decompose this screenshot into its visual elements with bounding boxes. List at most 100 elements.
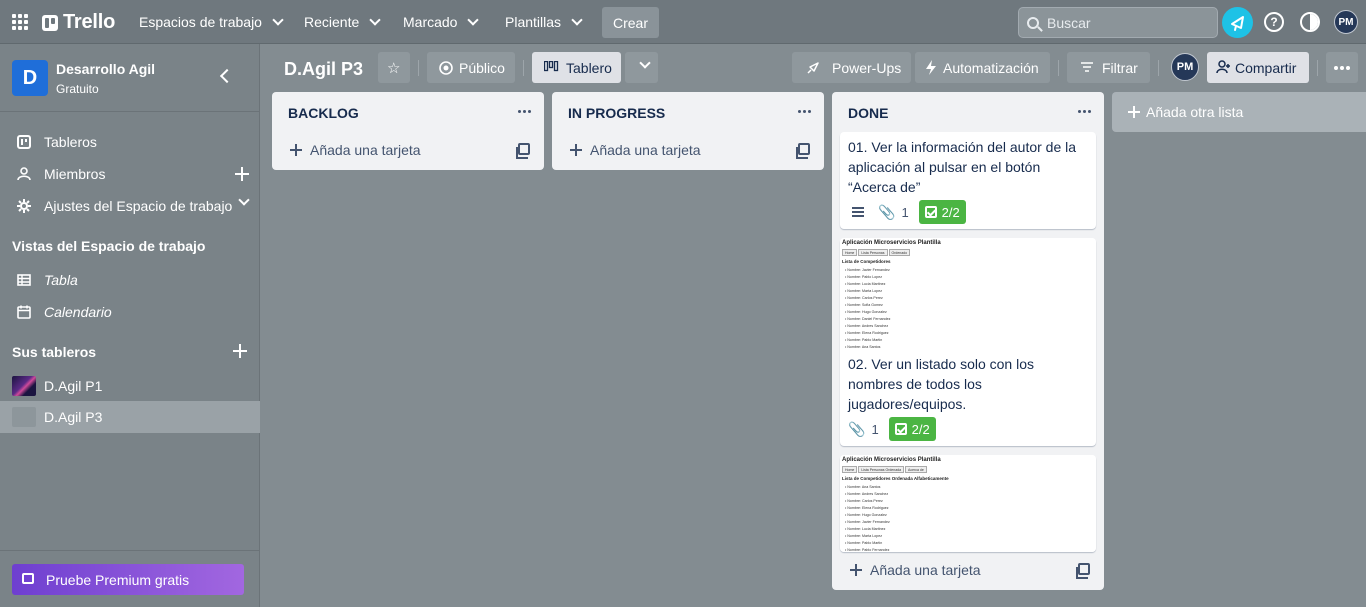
menu-templates[interactable]: Plantillas (495, 7, 591, 37)
menu-recent[interactable]: Reciente (294, 7, 389, 37)
visibility-button[interactable]: Público (427, 52, 515, 83)
sidebar-board-label: D.Agil P3 (44, 409, 103, 425)
star-board-button[interactable]: ☆ (378, 52, 410, 83)
add-card-button[interactable]: Añada una tarjeta (850, 558, 981, 582)
board-menu-button[interactable] (1326, 52, 1358, 83)
search-icon (1027, 16, 1039, 29)
list-title[interactable]: DONE (848, 105, 888, 121)
checklist-badge: 2/2 (918, 200, 966, 224)
sidebar-item-calendar[interactable]: Calendario (0, 296, 260, 328)
rocket-icon (807, 62, 819, 74)
cover-tab: Lista Personas (858, 249, 888, 256)
search-input[interactable] (1047, 14, 1207, 31)
sidebar-item-table[interactable]: Tabla (0, 264, 260, 296)
cover-tab: Acerca de (905, 466, 927, 473)
card-01[interactable]: 01. Ver la información del autor de la a… (840, 132, 1096, 229)
automation-button[interactable]: Automatización (915, 52, 1050, 83)
filter-button[interactable]: Filtrar (1067, 52, 1150, 83)
cover-row: • Nombre: Elena Rodriguez (845, 331, 889, 335)
board-header: D.Agil P3 ☆ Público Tablero Power-Ups Au… (261, 44, 1366, 92)
add-card-label: Añada una tarjeta (870, 562, 981, 578)
workspace-header: D Desarrollo Agil Gratuito (0, 44, 260, 112)
workspace-name[interactable]: Desarrollo Agil (56, 61, 155, 77)
chevron-down-icon (467, 14, 480, 26)
sidebar-item-label: Tabla (44, 272, 78, 288)
list-in-progress: IN PROGRESS Añada una tarjeta (552, 92, 824, 170)
card-badges: 📎 1 2/2 (848, 200, 966, 224)
collapse-sidebar-icon[interactable] (219, 68, 235, 84)
checklist-count: 2/2 (911, 421, 930, 437)
board-title[interactable]: D.Agil P3 (284, 59, 363, 80)
board-view-button[interactable]: Tablero (532, 52, 621, 83)
help-icon[interactable]: ? (1264, 12, 1284, 32)
more-icon (1334, 66, 1350, 70)
share-label: Compartir (1235, 59, 1297, 76)
add-card-label: Añada una tarjeta (310, 142, 421, 158)
gear-icon (17, 199, 31, 213)
card-title: 01. Ver la información del autor de la a… (848, 139, 1077, 195)
view-switcher-button[interactable] (625, 52, 658, 83)
menu-starred[interactable]: Marcado (393, 7, 487, 37)
checkbox-icon (894, 423, 907, 435)
lightning-icon (926, 60, 936, 75)
list-menu-icon[interactable] (518, 110, 531, 113)
description-icon (852, 207, 864, 217)
cover-row: • Nombre: Hugo Gonzalez (845, 310, 887, 314)
add-card-button[interactable]: Añada una tarjeta (290, 138, 421, 162)
card-template-icon[interactable] (796, 143, 810, 159)
trello-logo[interactable]: Trello (42, 11, 115, 34)
add-card-button[interactable]: Añada una tarjeta (570, 138, 701, 162)
chevron-down-icon[interactable] (238, 194, 250, 206)
workspace-badge: D (12, 60, 48, 96)
cover-title: Aplicación Microservicios Plantilla (842, 240, 941, 246)
add-person-icon (1216, 60, 1230, 74)
list-backlog: BACKLOG Añada una tarjeta (272, 92, 544, 170)
app-switcher-icon[interactable] (12, 14, 28, 30)
board-member-avatar[interactable]: PM (1171, 53, 1199, 81)
card-02[interactable]: Aplicación Microservicios Plantilla Home… (840, 238, 1096, 446)
add-list-button[interactable]: Añada otra lista (1112, 92, 1366, 132)
list-menu-icon[interactable] (798, 110, 811, 113)
checkbox-icon (924, 206, 937, 218)
add-member-icon[interactable] (235, 167, 249, 181)
divider (1158, 60, 1159, 76)
sidebar-item-label: Ajustes del Espacio de trabajo (44, 198, 233, 214)
add-board-icon[interactable] (233, 344, 247, 358)
sidebar-board-p1[interactable]: D.Agil P1 (0, 370, 260, 402)
user-avatar[interactable]: PM (1334, 10, 1358, 34)
filter-icon (1081, 62, 1093, 72)
power-ups-button[interactable]: Power-Ups (792, 52, 911, 83)
list-title[interactable]: IN PROGRESS (568, 105, 665, 121)
cover-row: • Nombre: Pablo Lopez (845, 275, 883, 279)
search-box[interactable] (1018, 7, 1218, 38)
sidebar-item-members[interactable]: Miembros (0, 158, 260, 190)
sidebar-item-label: Calendario (44, 304, 112, 320)
divider (418, 60, 419, 76)
create-button[interactable]: Crear (602, 7, 659, 38)
card-03[interactable]: Aplicación Microservicios Plantilla Home… (840, 455, 1096, 552)
sidebar-item-label: Tableros (44, 134, 97, 150)
cover-tabs: Home Lista Personas Ordenado (842, 249, 911, 256)
share-button[interactable]: Compartir (1207, 52, 1309, 83)
try-premium-button[interactable]: Pruebe Premium gratis (12, 564, 244, 595)
divider (1058, 60, 1059, 76)
card-template-icon[interactable] (1076, 563, 1090, 579)
menu-workspaces[interactable]: Espacios de trabajo (129, 7, 292, 37)
cover-row: • Nombre: Marta Lopez (845, 289, 883, 293)
cover-row: • Nombre: Elena Rodriguez (845, 506, 889, 510)
attachment-icon: 📎 (848, 420, 866, 437)
notifications-button[interactable] (1222, 7, 1253, 38)
add-card-label: Añada una tarjeta (590, 142, 701, 158)
sidebar-item-settings[interactable]: Ajustes del Espacio de trabajo (0, 190, 260, 222)
sidebar-board-p3[interactable]: D.Agil P3 (0, 401, 260, 433)
sidebar-item-boards[interactable]: Tableros (0, 126, 260, 158)
plus-icon (850, 564, 862, 576)
card-template-icon[interactable] (516, 143, 530, 159)
cover-tabs: Home Lista Personas Ordenada Acerca de (842, 466, 927, 473)
card-cover-image: Aplicación Microservicios Plantilla Home… (840, 238, 1096, 352)
list-title[interactable]: BACKLOG (288, 105, 359, 121)
chevron-down-icon (571, 14, 583, 26)
list-menu-icon[interactable] (1078, 110, 1091, 113)
attachment-count: 1 (871, 421, 879, 437)
theme-toggle-icon[interactable] (1300, 12, 1320, 32)
